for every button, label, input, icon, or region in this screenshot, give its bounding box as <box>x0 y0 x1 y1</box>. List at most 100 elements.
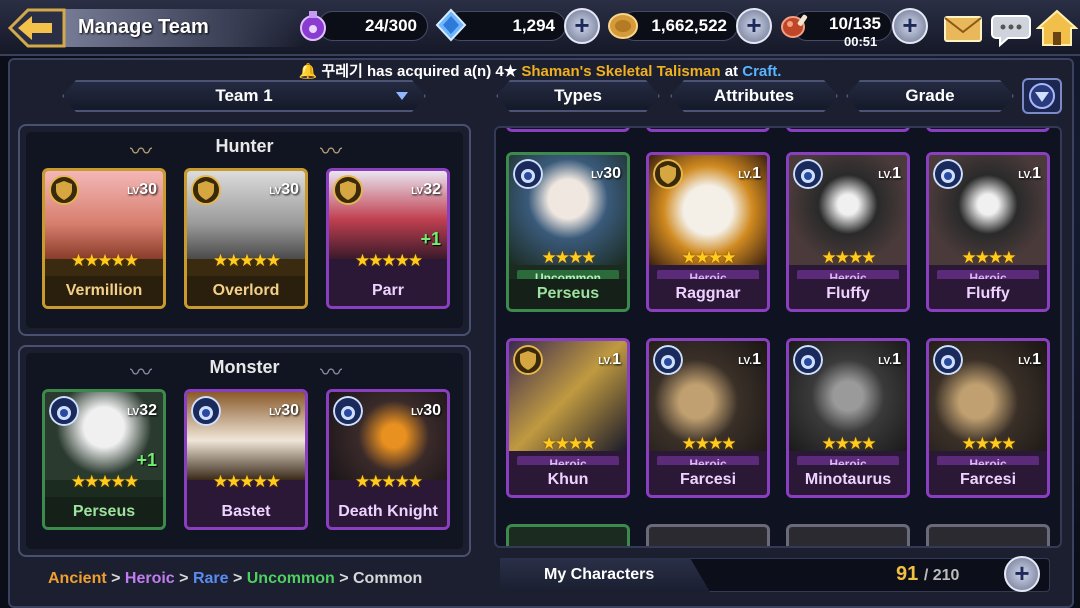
team-slot-hunter-2[interactable]: LV30 ★★★★★ Overlord <box>184 168 308 309</box>
meat-timer: 00:51 <box>844 34 878 49</box>
sort-dropdown-button[interactable] <box>1022 78 1062 114</box>
my-characters-tab[interactable]: My Characters <box>500 558 710 592</box>
add-gold-button[interactable]: + <box>736 8 772 44</box>
enhance-bonus: +1 <box>136 450 157 470</box>
star-rating: ★★★★★ <box>354 251 423 270</box>
star-rating: ★★★★ <box>961 248 1017 267</box>
star-rating: ★★★★ <box>541 248 597 267</box>
hunter-shield-icon <box>513 345 543 375</box>
mail-icon[interactable] <box>942 8 984 48</box>
legend-separator: > <box>106 570 125 587</box>
monster-orb-icon <box>653 345 683 375</box>
grade-filter-tab[interactable]: Grade <box>846 80 1014 112</box>
hunter-panel-title: Hunter <box>215 136 274 156</box>
add-gems-button[interactable]: + <box>564 8 600 44</box>
team-selector[interactable]: Team 1 <box>62 80 426 112</box>
monster-orb-icon <box>933 345 963 375</box>
monster-orb-icon <box>793 159 823 189</box>
level-label: LV30 <box>269 181 299 198</box>
roster-card-partial <box>506 128 630 132</box>
team-slot-monster-2[interactable]: LV30 ★★★★★ Bastet <box>184 389 308 530</box>
roster-card[interactable]: LV.1 ★★★★ Heroic Fluffy <box>926 152 1050 312</box>
rarity-legend: Ancient > Heroic > Rare > Uncommon > Com… <box>48 570 422 588</box>
roster-card-partial <box>926 524 1050 546</box>
star-rating: ★★★★★ <box>354 472 423 491</box>
level-label: LV30 <box>591 165 621 182</box>
monster-orb-icon <box>191 396 221 426</box>
ticker-mid: at <box>720 63 743 80</box>
grade-label: Grade <box>905 86 955 105</box>
roster-card-partial <box>926 128 1050 132</box>
add-meat-button[interactable]: + <box>892 8 928 44</box>
character-name: Perseus <box>509 279 627 309</box>
chevron-down-icon <box>1029 83 1055 109</box>
level-label: LV.1 <box>598 351 621 368</box>
roster-card-partial <box>646 524 770 546</box>
character-roster-grid[interactable]: LV30 ★★★★ Uncommon Perseus LV.1 ★★★★ Her… <box>494 126 1062 548</box>
level-label: LV.1 <box>878 351 901 368</box>
legend-separator: > <box>174 570 193 587</box>
types-filter-tab[interactable]: Types <box>496 80 660 112</box>
cloud-ornament-icon: 〰 <box>320 139 343 164</box>
level-label: LV32 <box>411 181 441 198</box>
hunter-shield-icon <box>49 175 79 205</box>
meat-value: 10/135 <box>829 14 881 33</box>
enhance-bonus: +1 <box>420 229 441 249</box>
roster-card-partial <box>506 524 630 546</box>
character-name: Khun <box>509 465 627 495</box>
hunter-shield-icon <box>653 159 683 189</box>
team-slot-hunter-3[interactable]: LV32 +1 ★★★★★ Parr <box>326 168 450 309</box>
star-rating: ★★★★ <box>821 248 877 267</box>
cloud-ornament-icon: 〰 <box>130 360 153 385</box>
character-name: Minotaurus <box>789 465 907 495</box>
types-label: Types <box>554 86 602 105</box>
legend-rare: Rare <box>192 570 229 587</box>
character-name: Farcesi <box>929 465 1047 495</box>
level-label: LV.1 <box>878 165 901 182</box>
team-slot-monster-3[interactable]: LV30 ★★★★★ Death Knight <box>326 389 450 530</box>
character-name: Raggnar <box>649 279 767 309</box>
roster-card-partial <box>646 128 770 132</box>
star-rating: ★★★★ <box>681 434 737 453</box>
star-rating: ★★★★ <box>821 434 877 453</box>
character-count: 91 / 210 <box>896 563 959 586</box>
back-arrow-icon[interactable] <box>6 6 68 50</box>
roster-card-partial <box>786 128 910 132</box>
roster-card[interactable]: LV.1 ★★★★ Heroic Farcesi <box>926 338 1050 498</box>
attributes-filter-tab[interactable]: Attributes <box>670 80 838 112</box>
roster-card[interactable]: LV30 ★★★★ Uncommon Perseus <box>506 152 630 312</box>
team-slot-hunter-1[interactable]: LV30 ★★★★★ Vermillion <box>42 168 166 309</box>
level-label: LV30 <box>269 402 299 419</box>
announcement-ticker: 🔔 꾸레기 has acquired a(n) 4★ Shaman's Skel… <box>0 60 1080 81</box>
legend-common: Common <box>352 570 423 587</box>
roster-card[interactable]: LV.1 ★★★★ Heroic Minotaurus <box>786 338 910 498</box>
team-caret-icon <box>396 92 408 100</box>
roster-card[interactable]: LV.1 ★★★★ Heroic Fluffy <box>786 152 910 312</box>
character-name: Fluffy <box>789 279 907 309</box>
level-label: LV32 <box>127 402 157 419</box>
hunter-shield-icon <box>191 175 221 205</box>
level-label: LV.1 <box>1018 351 1041 368</box>
level-label: LV.1 <box>1018 165 1041 182</box>
monster-orb-icon <box>49 396 79 426</box>
star-rating: ★★★★★ <box>70 472 139 491</box>
roster-card[interactable]: LV.1 ★★★★ Heroic Farcesi <box>646 338 770 498</box>
home-icon[interactable] <box>1036 8 1078 48</box>
ticker-place: Craft. <box>742 63 782 80</box>
roster-card[interactable]: LV.1 ★★★★ Heroic Raggnar <box>646 152 770 312</box>
ticker-item: Shaman's Skeletal Talisman <box>521 63 721 80</box>
character-name: Death Knight <box>329 497 447 527</box>
level-label: LV30 <box>411 402 441 419</box>
expand-capacity-button[interactable]: + <box>1004 556 1040 592</box>
monster-orb-icon <box>333 396 363 426</box>
legend-uncommon: Uncommon <box>246 570 335 587</box>
character-name: Farcesi <box>649 465 767 495</box>
star-rating: ★★★★★ <box>212 472 281 491</box>
roster-card[interactable]: LV.1 ★★★★ Heroic Khun <box>506 338 630 498</box>
owned-count: 91 <box>896 563 919 585</box>
chat-icon[interactable] <box>990 8 1032 48</box>
star-rating: ★★★★★ <box>212 251 281 270</box>
team-slot-monster-1[interactable]: LV32 +1 ★★★★★ Perseus <box>42 389 166 530</box>
character-name: Fluffy <box>929 279 1047 309</box>
attributes-label: Attributes <box>713 86 795 105</box>
